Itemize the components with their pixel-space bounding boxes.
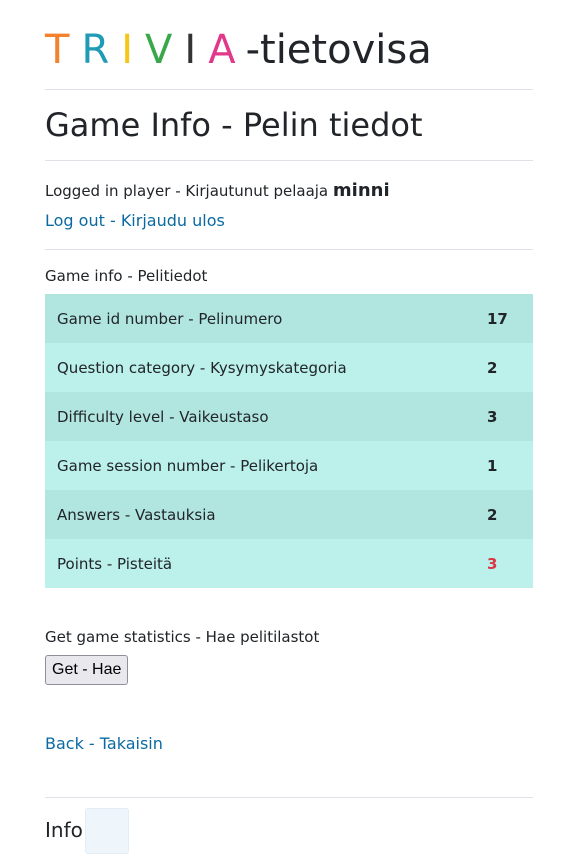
trivia-logo: T R I V I A -tietovisa: [45, 26, 432, 74]
table-row: Question category - Kysymyskategoria 2: [45, 343, 533, 392]
table-row: Game id number - Pelinumero 17: [45, 294, 533, 343]
table-row: Difficulty level - Vaikeustaso 3: [45, 392, 533, 441]
table-row: Game session number - Pelikertoja 1: [45, 441, 533, 490]
logo-suffix: -tietovisa: [245, 27, 432, 73]
stats-label: Get game statistics - Hae pelitilastot: [45, 628, 320, 646]
logged-in-player: Logged in player - Kirjautunut pelaaja m…: [45, 180, 390, 202]
logout-link[interactable]: Log out - Kirjaudu ulos: [45, 210, 225, 232]
row-value: 17: [487, 294, 533, 343]
table-row: Answers - Vastauksia 2: [45, 490, 533, 539]
divider: [45, 249, 533, 250]
row-value: 2: [487, 343, 533, 392]
row-label: Question category - Kysymyskategoria: [45, 343, 487, 392]
game-info-label: Game info - Pelitiedot: [45, 267, 208, 285]
logo-letter: T: [45, 27, 70, 73]
divider: [45, 160, 533, 161]
row-label: Points - Pisteitä: [45, 539, 487, 588]
row-label: Game session number - Pelikertoja: [45, 441, 487, 490]
logo-letter: A: [208, 27, 236, 73]
row-label: Answers - Vastauksia: [45, 490, 487, 539]
points-value: 3: [487, 539, 533, 588]
player-label: Logged in player - Kirjautunut pelaaja: [45, 182, 329, 200]
info-box: [85, 808, 129, 854]
divider: [45, 89, 533, 90]
row-value: 3: [487, 392, 533, 441]
logo-letter: I: [121, 27, 134, 73]
logo-letter: I: [184, 27, 197, 73]
page-title: Game Info - Pelin tiedot: [45, 106, 423, 144]
logo-letter: V: [145, 27, 173, 73]
divider: [45, 797, 533, 798]
logo-letter: R: [81, 27, 110, 73]
player-name: minni: [332, 180, 390, 201]
row-label: Game id number - Pelinumero: [45, 294, 487, 343]
get-stats-button[interactable]: Get - Hae: [45, 655, 129, 685]
game-info-table: Game id number - Pelinumero 17 Question …: [45, 294, 533, 588]
back-link[interactable]: Back - Takaisin: [45, 733, 163, 755]
info-label: Info:: [45, 818, 90, 842]
row-value: 1: [487, 441, 533, 490]
row-label: Difficulty level - Vaikeustaso: [45, 392, 487, 441]
table-row: Points - Pisteitä 3: [45, 539, 533, 588]
row-value: 2: [487, 490, 533, 539]
